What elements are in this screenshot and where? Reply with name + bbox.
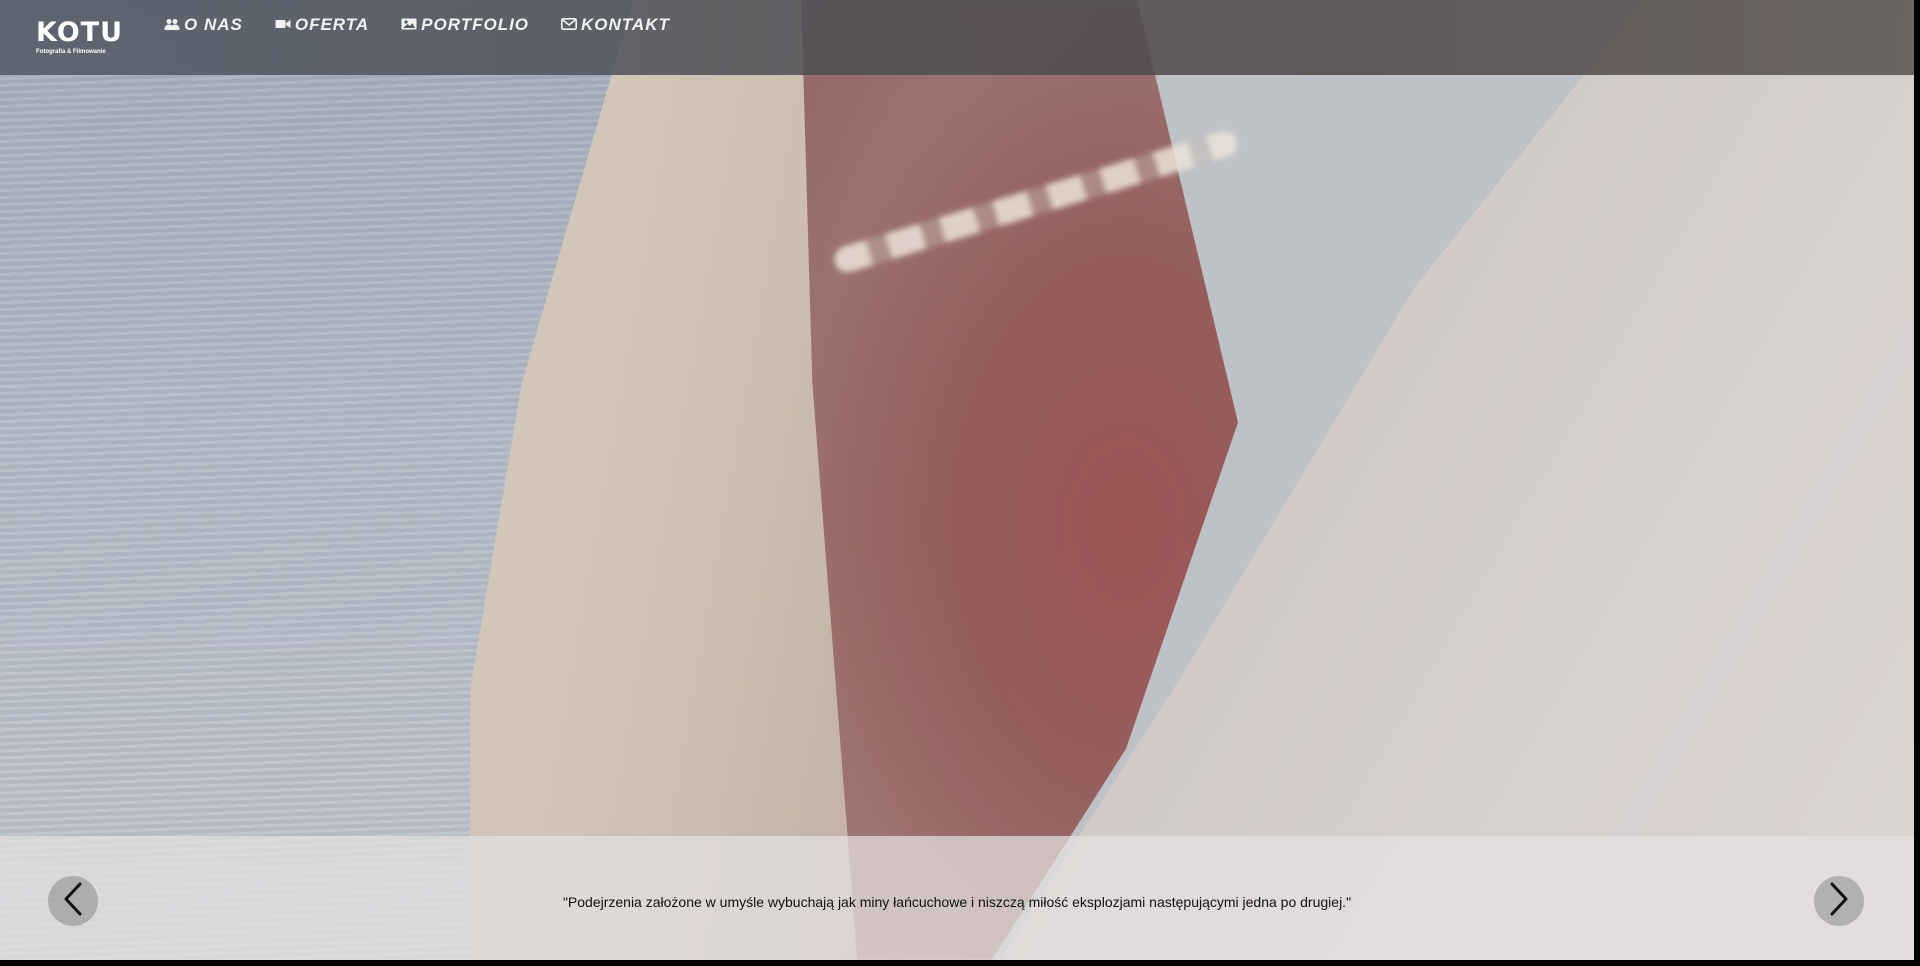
nav-item-oferta[interactable]: OFERTA: [275, 15, 369, 35]
nav-label-o-nas: O NAS: [184, 15, 243, 34]
main-nav: O NAS OFERTA PORTFOLIO KONTAKT: [164, 15, 702, 35]
logo-text: KOTU: [36, 17, 124, 48]
nav-item-o-nas[interactable]: O NAS: [164, 15, 243, 35]
nav-label-portfolio: PORTFOLIO: [421, 15, 530, 34]
envelope-icon: [561, 18, 578, 32]
slide-quote: "Podejrzenia założone w umyśle wybuchają…: [562, 894, 1352, 910]
top-navigation-bar: KOTU Fotografia & Filmowanie O NAS OFERT…: [0, 0, 1914, 75]
logo-subtitle: Fotografia & Filmowanie: [36, 49, 106, 55]
nav-item-portfolio[interactable]: PORTFOLIO: [401, 15, 529, 35]
hero-overlay: [0, 0, 1914, 960]
video-camera-icon: [275, 18, 291, 32]
chevron-right-icon: [1827, 882, 1851, 921]
next-slide-button[interactable]: [1814, 876, 1864, 926]
nav-label-kontakt: KONTAKT: [581, 15, 670, 34]
slide-caption-bar: "Podejrzenia założone w umyśle wybuchają…: [0, 836, 1914, 960]
image-icon: [401, 18, 417, 32]
page: KOTU Fotografia & Filmowanie O NAS OFERT…: [0, 0, 1920, 966]
nav-label-oferta: OFERTA: [294, 15, 370, 34]
hero-slider: KOTU Fotografia & Filmowanie O NAS OFERT…: [0, 0, 1914, 960]
users-icon: [164, 18, 180, 33]
nav-item-kontakt[interactable]: KONTAKT: [561, 15, 670, 35]
site-logo[interactable]: KOTU Fotografia & Filmowanie: [36, 18, 126, 58]
